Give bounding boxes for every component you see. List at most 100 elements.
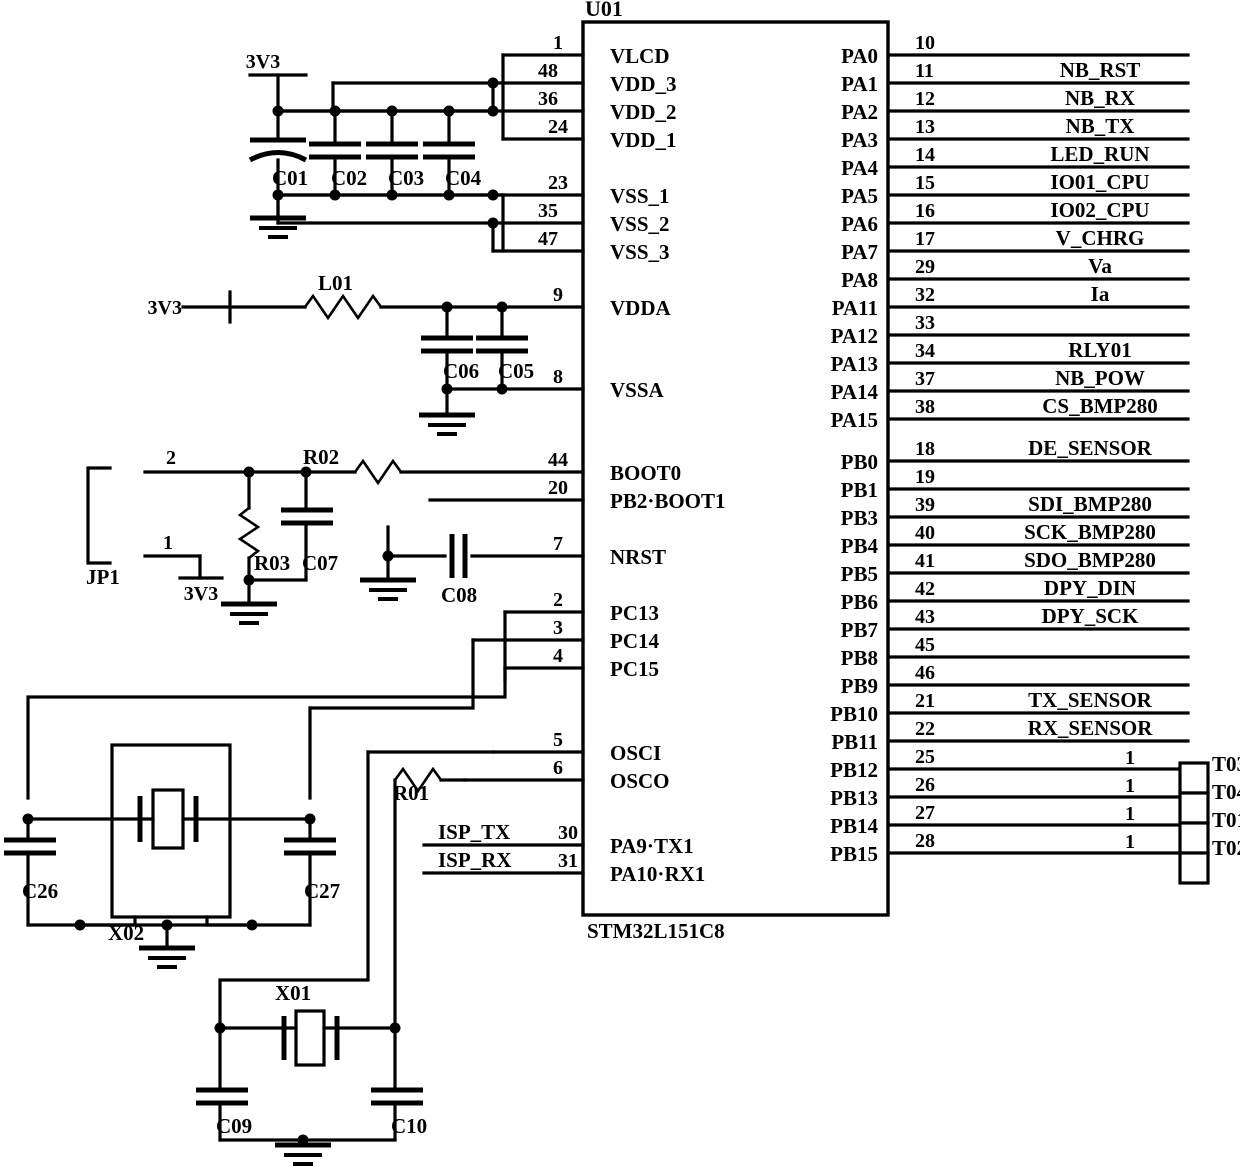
net-label-de_sensor: DE_SENSOR [1028, 436, 1153, 460]
pin-number-46: 46 [915, 662, 935, 684]
pin-name-pb1: PB1 [841, 478, 878, 502]
net-label-v_chrg: V_CHRG [1056, 226, 1145, 250]
pin-number-38: 38 [915, 396, 935, 418]
net-label-isp_tx: ISP_TX [438, 820, 510, 844]
pin-name-pb9: PB9 [841, 674, 878, 698]
terminal-label-t04: T04 [1212, 780, 1240, 804]
pin-name-pb8: PB8 [841, 646, 878, 670]
net-label-sck_bmp280: SCK_BMP280 [1024, 520, 1156, 544]
refdes-c09: C09 [216, 1114, 252, 1138]
pin-name-vssa: VSSA [610, 378, 665, 402]
pin-name-pc13: PC13 [610, 601, 659, 625]
pin-number-4: 4 [553, 645, 563, 667]
jp1-pin2-number: 2 [166, 447, 176, 469]
pin-name-nrst: NRST [610, 545, 666, 569]
pin-number-40: 40 [915, 522, 935, 544]
pin-number-12: 12 [915, 88, 935, 110]
pin-name-pa14: PA14 [831, 380, 879, 404]
pin-number-33: 33 [915, 312, 935, 334]
pin-number-30: 30 [558, 822, 578, 844]
net-label-isp_rx: ISP_RX [438, 848, 512, 872]
pin-number-8: 8 [553, 366, 563, 388]
pin-number-43: 43 [915, 606, 935, 628]
refdes-c05: C05 [498, 359, 534, 383]
pin-number-39: 39 [915, 494, 935, 516]
refdes-r02: R02 [303, 445, 339, 469]
terminal-pin-number-t03: 1 [1125, 747, 1135, 769]
pin-number-26: 26 [915, 774, 935, 796]
pin-name-pb12: PB12 [830, 758, 878, 782]
power-label-3v3-top: 3V3 [246, 51, 280, 73]
pin-number-6: 6 [553, 757, 563, 779]
pin-name-pa12: PA12 [831, 324, 878, 348]
pin-number-2: 2 [553, 589, 563, 611]
refdes-r03: R03 [254, 551, 290, 575]
net-label-dpy_sck: DPY_SCK [1042, 604, 1140, 628]
pin-number-36: 36 [538, 88, 558, 110]
pin-number-15: 15 [915, 172, 935, 194]
pin-number-32: 32 [915, 284, 935, 306]
pin-name-pa15: PA15 [831, 408, 878, 432]
net-label-rx_sensor: RX_SENSOR [1028, 716, 1154, 740]
net-label-nb_rst: NB_RST [1060, 58, 1141, 82]
pin-number-27: 27 [915, 802, 935, 824]
pin-name-vss-3: VSS_3 [610, 240, 670, 264]
pin-name-pb6: PB6 [841, 590, 878, 614]
pin-number-41: 41 [915, 550, 935, 572]
pin-name-osci: OSCI [610, 741, 661, 765]
refdes-r01: R01 [393, 781, 429, 805]
ic-part-number: STM32L151C8 [587, 919, 725, 943]
pin-name-pa8: PA8 [841, 268, 878, 292]
refdes-x01: X01 [275, 981, 311, 1005]
pin-number-35: 35 [538, 200, 558, 222]
pin-number-16: 16 [915, 200, 935, 222]
net-label-sdi_bmp280: SDI_BMP280 [1028, 492, 1152, 516]
pin-number-7: 7 [553, 533, 563, 555]
pin-name-pb14: PB14 [830, 814, 878, 838]
pin-name-pb5: PB5 [841, 562, 878, 586]
pin-name-boot0: BOOT0 [610, 461, 681, 485]
pin-name-pb4: PB4 [841, 534, 879, 558]
refdes-c07: C07 [302, 551, 338, 575]
pin-number-10: 10 [915, 32, 935, 54]
pin-number-37: 37 [915, 368, 935, 390]
pin-number-42: 42 [915, 578, 935, 600]
pin-number-13: 13 [915, 116, 935, 138]
pin-number-1: 1 [553, 32, 563, 54]
refdes-c08: C08 [441, 583, 477, 607]
pin-name-vlcd: VLCD [610, 44, 670, 68]
pin-number-11: 11 [915, 60, 934, 82]
pin-name-pb15: PB15 [830, 842, 878, 866]
power-label-3v3-jp1: 3V3 [184, 583, 218, 605]
net-label-sdo_bmp280: SDO_BMP280 [1024, 548, 1156, 572]
net-label-io01_cpu: IO01_CPU [1050, 170, 1149, 194]
pin-name-vdd-2: VDD_2 [610, 100, 677, 124]
pin-name-osco: OSCO [610, 769, 670, 793]
terminal-label-t02: T02 [1212, 836, 1240, 860]
refdes-c04: C04 [445, 166, 482, 190]
pin-name-vss-1: VSS_1 [610, 184, 670, 208]
pin-name-pa5: PA5 [841, 184, 878, 208]
refdes-c01: C01 [272, 166, 308, 190]
ic-title-u01: U01 [585, 0, 623, 21]
refdes-l01: L01 [318, 271, 353, 295]
pin-name-vss-2: VSS_2 [610, 212, 670, 236]
crystal-body-x01 [294, 1009, 326, 1067]
schematic-canvas: 3V3 C01 C02 C03 C04 3V3 L01 C06 C05 JP1 … [4, 0, 1240, 1166]
crystal-body-x02 [151, 788, 185, 850]
pin-number-14: 14 [915, 144, 935, 166]
pin-name-vdda: VDDA [610, 296, 671, 320]
pin-name-pb0: PB0 [841, 450, 878, 474]
pin-number-21: 21 [915, 690, 935, 712]
pin-number-17: 17 [915, 228, 935, 250]
pin-name-pa3: PA3 [841, 128, 878, 152]
pin-name-pa7: PA7 [841, 240, 878, 264]
pin-name-vdd-1: VDD_1 [610, 128, 677, 152]
pin-number-29: 29 [915, 256, 935, 278]
pin-name-pa2: PA2 [841, 100, 878, 124]
terminal-pin-number-t01: 1 [1125, 803, 1135, 825]
net-label-nb_pow: NB_POW [1055, 366, 1145, 390]
net-label-ia: Ia [1091, 282, 1110, 306]
terminal-label-t03: T03 [1212, 752, 1240, 776]
power-label-3v3-vdda: 3V3 [148, 297, 182, 319]
